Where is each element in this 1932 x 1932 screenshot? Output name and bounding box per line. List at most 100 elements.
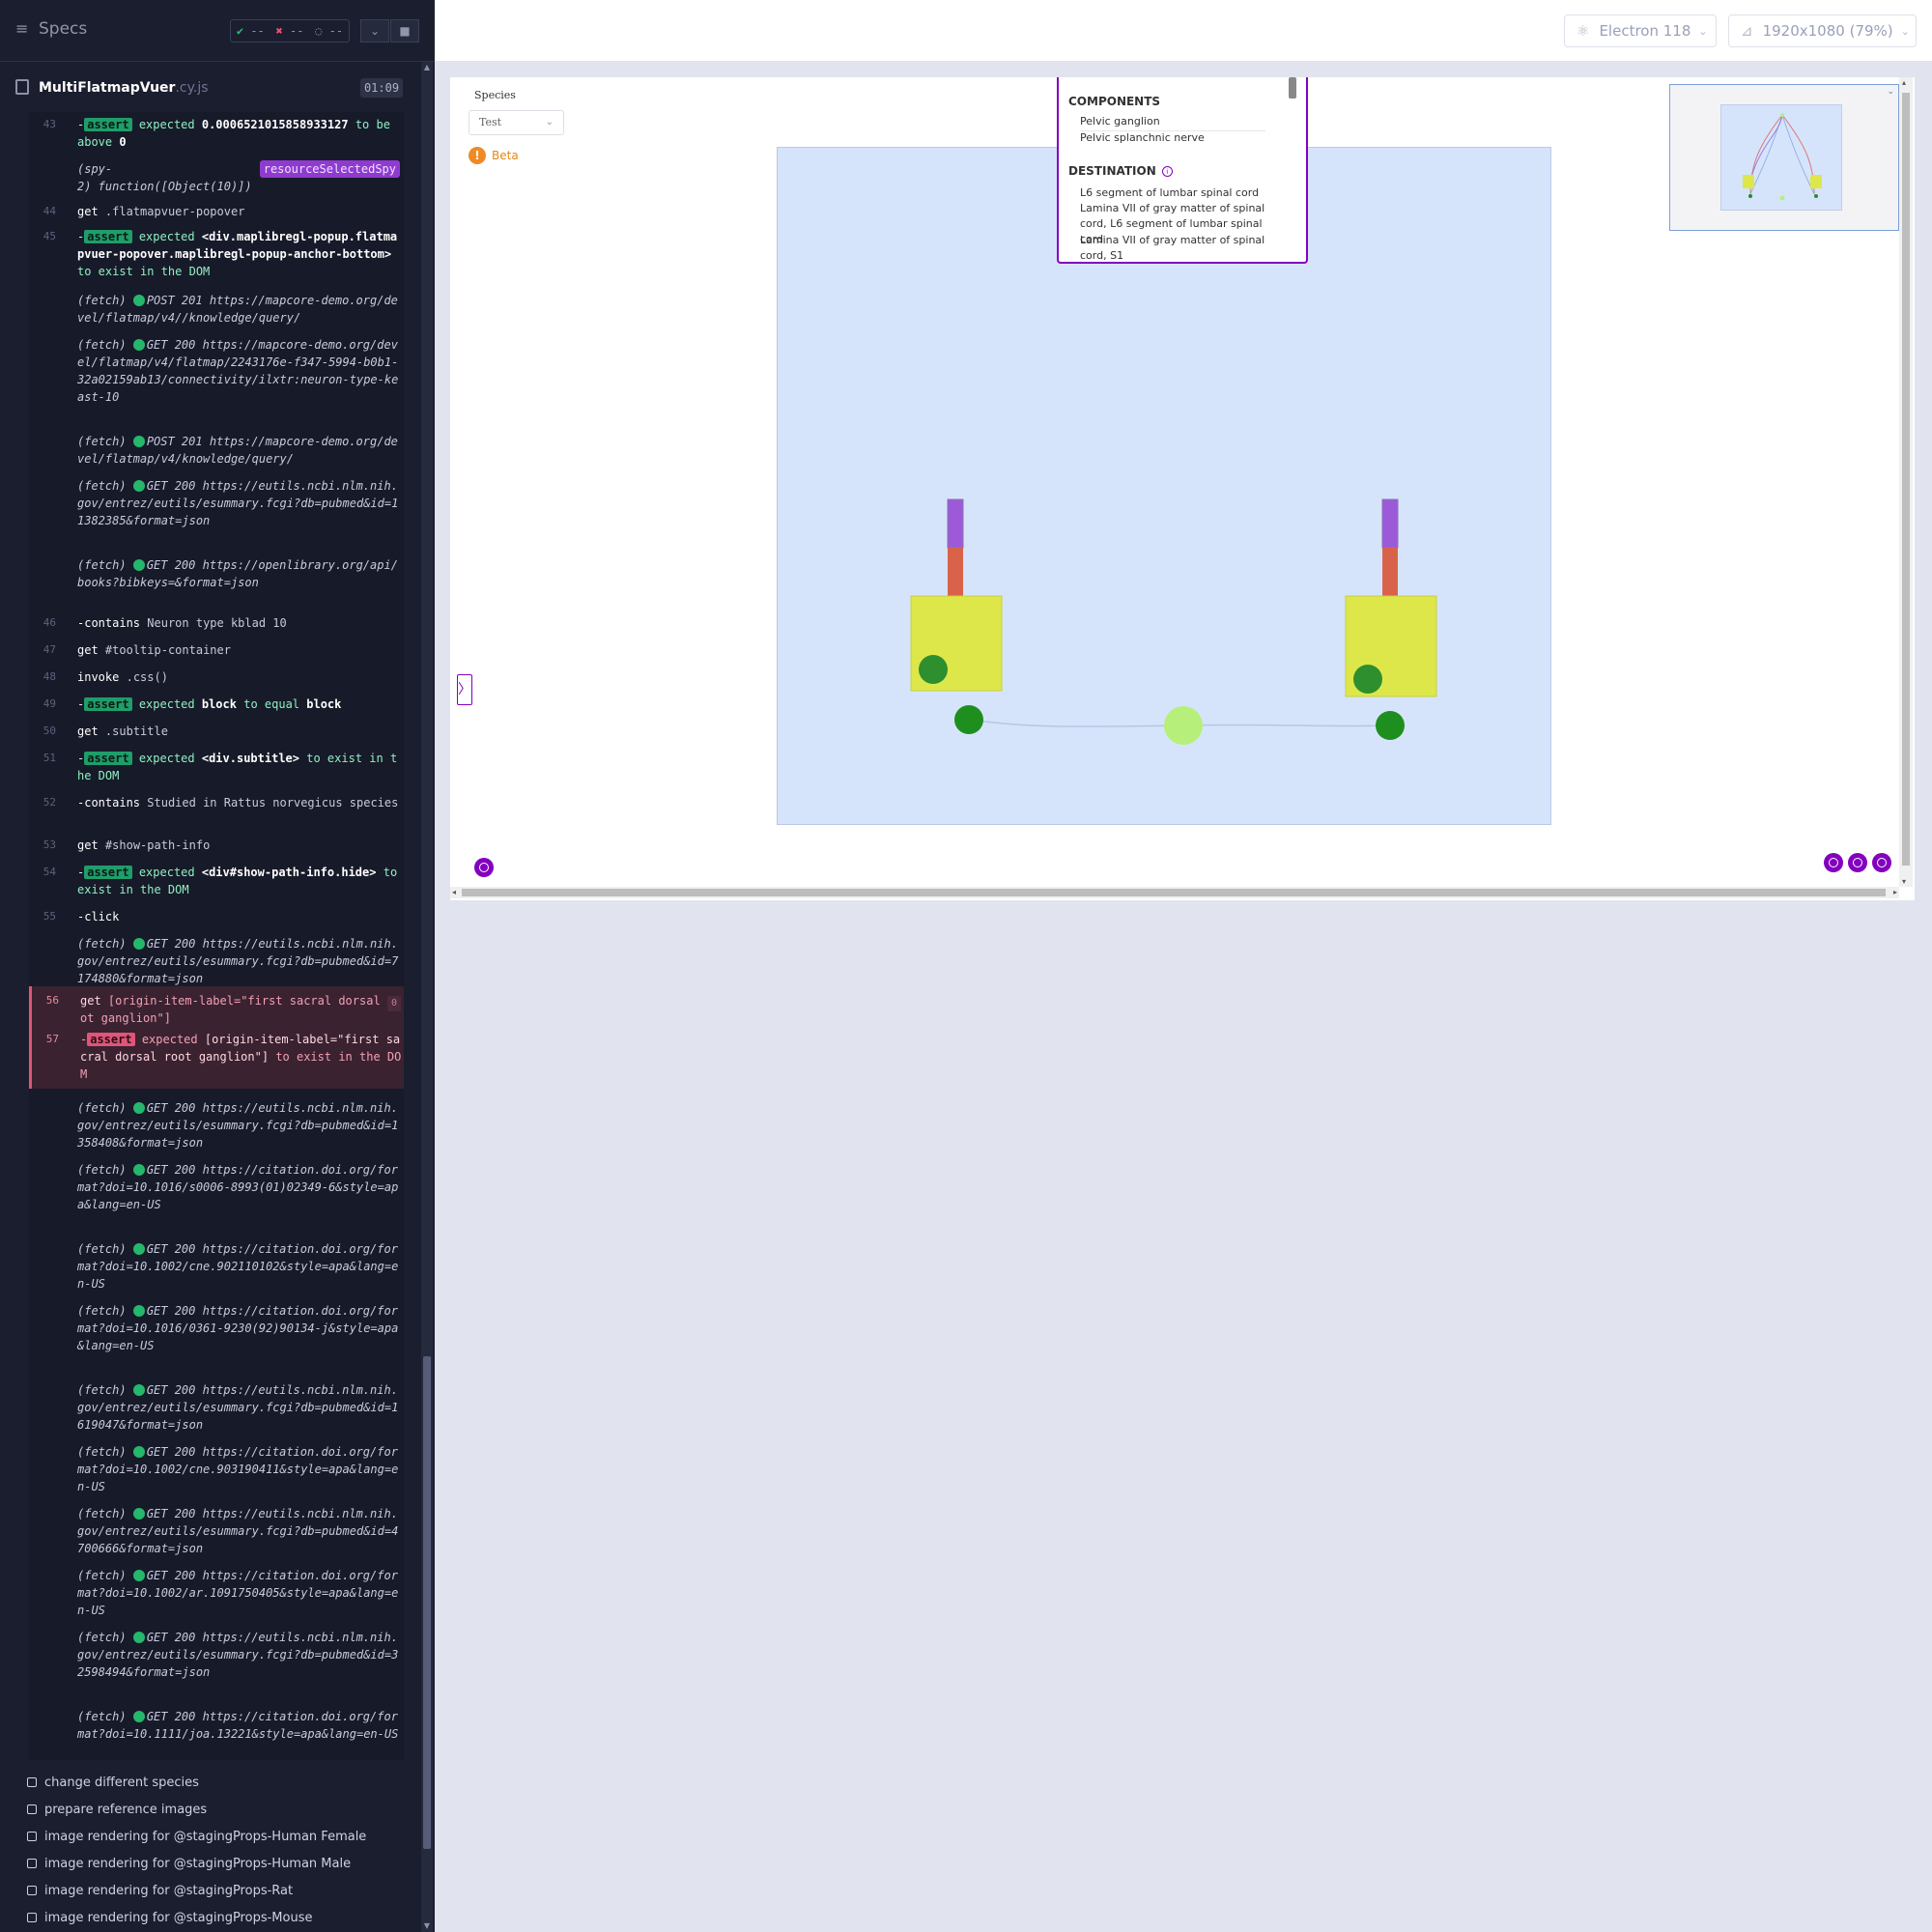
reporter-scrollbar[interactable]: ▲ ▼ [421, 62, 433, 1932]
command-number: 49 [43, 697, 56, 710]
status-dot-icon [132, 1384, 145, 1396]
aut-header: ⚛ Electron 118 ⌄ ⊿ 1920x1080 (79%) ⌄ [435, 0, 1932, 62]
command-number: 53 [43, 838, 56, 851]
destination-item: L6 segment of lumbar spinal cord [1080, 186, 1260, 199]
scrollbar-thumb[interactable] [423, 1356, 431, 1849]
scrollbar-thumb[interactable] [1902, 93, 1910, 866]
viewport-selector[interactable]: ⊿ 1920x1080 (79%) ⌄ [1728, 14, 1917, 47]
command-number: 52 [43, 796, 56, 809]
test-status-icon [27, 1832, 37, 1841]
command-body: -contains Studied in Rattus norvegicus s… [77, 796, 399, 810]
file-icon [15, 79, 29, 95]
species-select[interactable]: Test ⌄ [469, 110, 564, 135]
command-body: (fetch) GET 200 https://eutils.ncbi.nlm.… [77, 1383, 399, 1432]
node-left-inner[interactable] [919, 655, 948, 684]
scroll-left-icon[interactable]: ◂ [452, 888, 456, 896]
assert-badge: assert [84, 230, 132, 243]
scrollbar-thumb[interactable] [462, 889, 1886, 896]
command-number: 45 [43, 230, 56, 242]
command-body: (fetch) GET 200 https://mapcore-demo.org… [77, 338, 399, 404]
spec-file-name: MultiFlatmapVuer.cy.js [39, 80, 209, 96]
command-body: - assert expected block to equal block [77, 697, 342, 711]
spec-file-header[interactable]: MultiFlatmapVuer.cy.js 01:09 [0, 64, 425, 114]
command-number: 54 [43, 866, 56, 878]
status-dot-icon [132, 1102, 145, 1114]
test-item[interactable]: image rendering for @stagingProps-Human … [27, 1857, 351, 1871]
node-left[interactable] [954, 705, 983, 734]
nerve-segment-purple-right[interactable] [1381, 498, 1399, 549]
electron-icon: ⚛ [1577, 22, 1590, 40]
vertical-scrollbar[interactable]: ▴ ▾ [1899, 77, 1913, 887]
command-body: - assert expected <div#show-path-info.hid… [77, 866, 398, 896]
status-dot-icon [132, 1305, 145, 1317]
status-dot-icon [132, 938, 145, 950]
flatmapvuer-popover: COMPONENTS Pelvic ganglion Pelvic splanc… [1057, 77, 1308, 264]
test-item[interactable]: image rendering for @stagingProps-Mouse [27, 1911, 312, 1925]
command-number: 50 [43, 724, 56, 737]
check-icon: ✔ [236, 24, 244, 38]
help-mode-button[interactable] [474, 858, 494, 877]
scroll-up-icon[interactable]: ▲ [421, 62, 433, 73]
command-body: - assert expected 0.0006521015858933127 t… [77, 118, 390, 149]
chevron-down-icon: ⌄ [545, 117, 554, 128]
command-body: get #tooltip-container [77, 643, 231, 657]
command-body: (fetch) POST 201 https://mapcore-demo.or… [77, 435, 398, 466]
scroll-up-icon[interactable]: ▴ [1902, 78, 1906, 87]
node-right-inner[interactable] [1353, 665, 1382, 694]
element-count: 0 [387, 996, 401, 1011]
spec-duration: 01:09 [360, 78, 403, 98]
stop-button[interactable]: ■ [390, 19, 419, 43]
destination-title: DESTINATION i [1068, 164, 1173, 178]
scroll-down-icon[interactable]: ▼ [421, 1920, 433, 1932]
command-body: - assert expected <div.subtitle> to exist… [77, 752, 398, 782]
collapse-button[interactable]: ⌄ [360, 19, 389, 43]
nerve-segment-orange-left[interactable] [948, 548, 963, 596]
status-dot-icon [132, 1508, 145, 1520]
command-body: get .flatmapvuer-popover [77, 205, 245, 218]
assert-badge: assert [84, 866, 132, 879]
zoom-label: (79%) [1849, 22, 1893, 40]
chevron-down-icon[interactable]: ⌄ [1887, 87, 1894, 97]
browser-label: Electron 118 [1599, 22, 1691, 40]
command-body: - assert expected <div.maplibregl-popup.f… [77, 230, 398, 278]
command-body: (fetch) GET 200 https://citation.doi.org… [77, 1710, 399, 1741]
command-number: 43 [43, 118, 56, 130]
test-item[interactable]: image rendering for @stagingProps-Human … [27, 1830, 366, 1844]
nerve-segment-purple-left[interactable] [947, 498, 964, 549]
minimap[interactable]: ⌄ [1669, 84, 1899, 231]
zoom-in-button[interactable] [1824, 853, 1843, 872]
menu-icon[interactable]: ≡ [15, 21, 31, 37]
node-right[interactable] [1376, 711, 1405, 740]
status-dot-icon [132, 1632, 145, 1643]
command-body: (fetch) GET 200 https://openlibrary.org/… [77, 558, 398, 589]
popover-scrollbar[interactable] [1289, 77, 1296, 99]
sidebar-toggle-button[interactable]: 〉 [457, 674, 472, 705]
warning-icon: ! [469, 147, 486, 164]
test-item[interactable]: prepare reference images [27, 1803, 207, 1817]
minimap-svg [1743, 113, 1822, 201]
zoom-out-button[interactable] [1848, 853, 1867, 872]
node-center[interactable] [1164, 706, 1203, 745]
fit-view-button[interactable] [1872, 853, 1891, 872]
assert-badge: assert [84, 697, 132, 711]
command-body: (fetch) POST 201 https://mapcore-demo.or… [77, 294, 398, 325]
nerve-segment-orange-right[interactable] [1382, 548, 1398, 596]
command-body: (fetch) GET 200 https://eutils.ncbi.nlm.… [77, 1101, 399, 1150]
command-body: get .subtitle [77, 724, 168, 738]
horizontal-scrollbar[interactable]: ◂ ▸ [450, 887, 1899, 898]
ruler-icon: ⊿ [1741, 22, 1753, 40]
assert-badge: assert [84, 752, 132, 765]
browser-selector[interactable]: ⚛ Electron 118 ⌄ [1564, 14, 1717, 47]
test-item[interactable]: change different species [27, 1776, 199, 1790]
test-item[interactable]: image rendering for @stagingProps-Rat [27, 1884, 293, 1898]
scroll-down-icon[interactable]: ▾ [1902, 877, 1906, 886]
test-status-icon [27, 1886, 37, 1895]
command-body: (fetch) GET 200 https://eutils.ncbi.nlm.… [77, 479, 399, 527]
scroll-right-icon[interactable]: ▸ [1893, 888, 1897, 896]
x-icon: ✖ [275, 24, 283, 38]
command-body: -click [77, 910, 120, 923]
status-dot-icon [132, 436, 145, 447]
test-status-icon [27, 1777, 37, 1787]
species-label: Species [474, 89, 516, 101]
info-icon[interactable]: i [1161, 166, 1173, 177]
